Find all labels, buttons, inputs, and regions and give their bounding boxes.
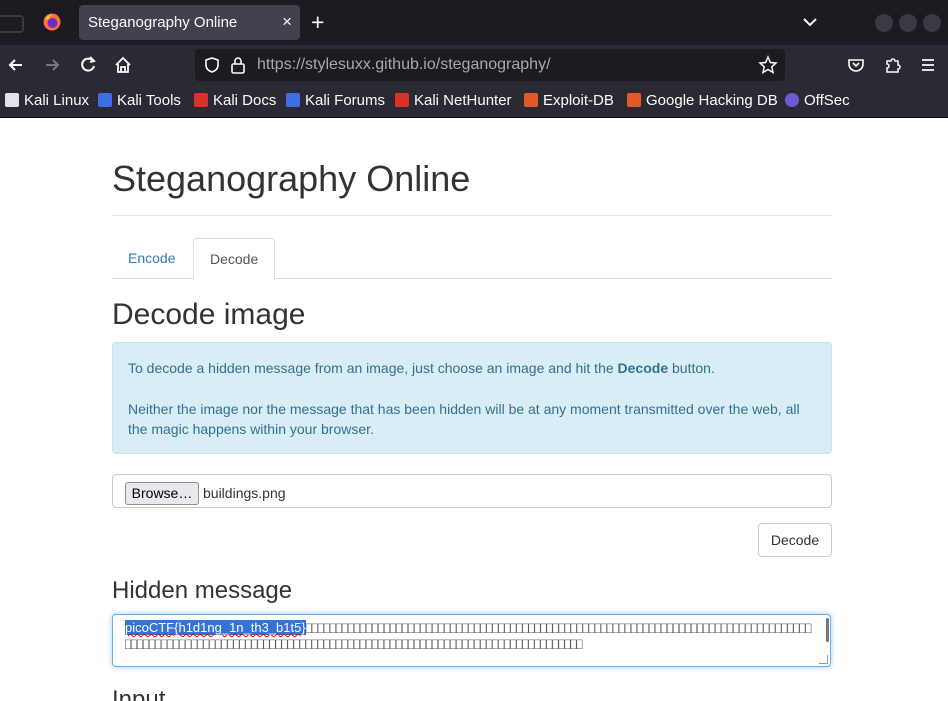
bookmark-google-hacking-db[interactable]: Google Hacking DB: [627, 92, 778, 110]
url-path: /steganography/: [435, 56, 551, 73]
tab-strip: Steganography Online × +: [0, 0, 948, 45]
exploit-db-icon: [524, 93, 538, 107]
info-bold-text: Decode: [617, 360, 669, 376]
kali-dragon-icon: [5, 93, 19, 107]
bookmark-label: Kali Docs: [213, 92, 277, 109]
info-text: To decode a hidden message from an image…: [128, 360, 618, 376]
file-input[interactable]: Browse… buildings.png: [112, 474, 832, 508]
bookmark-kali-linux[interactable]: Kali Linux: [5, 92, 89, 110]
bookmarks-toolbar: Kali Linux Kali Tools Kali Docs Kali For…: [0, 85, 948, 118]
bookmark-kali-docs[interactable]: Kali Docs: [194, 92, 276, 110]
bookmark-star-icon[interactable]: [758, 55, 778, 75]
page-content: Steganography Online Encode Decode Decod…: [0, 118, 948, 701]
browse-button[interactable]: Browse…: [125, 482, 199, 505]
tab-encode[interactable]: Encode: [113, 238, 191, 278]
minimize-button[interactable]: [875, 14, 893, 32]
kali-docs-icon: [194, 93, 208, 107]
tab-encode-label: Encode: [128, 250, 176, 266]
maximize-button[interactable]: [899, 14, 917, 32]
info-paragraph-1: To decode a hidden message from an image…: [128, 358, 818, 378]
input-section-title: Input: [112, 686, 166, 701]
kali-forums-icon: [286, 93, 300, 107]
hidden-message-textarea[interactable]: picoCTF{h1d1ng_1n_th3_b1t5}⎕⎕⎕⎕⎕⎕⎕⎕⎕⎕⎕⎕⎕…: [112, 614, 831, 667]
kali-nethunter-icon: [395, 93, 409, 107]
bookmark-label: Kali Tools: [117, 92, 181, 109]
selected-message-text: picoCTF{h1d1ng_1n_th3_b1t5}: [125, 620, 306, 635]
home-icon[interactable]: [113, 55, 133, 75]
info-alert: To decode a hidden message from an image…: [112, 342, 832, 454]
tab-title: Steganography Online: [88, 14, 238, 31]
tab-decode[interactable]: Decode: [193, 238, 275, 281]
kali-tools-icon: [98, 93, 112, 107]
sidebar-icon: [0, 15, 24, 33]
bookmark-kali-forums[interactable]: Kali Forums: [286, 92, 385, 110]
bookmark-label: Kali Forums: [305, 92, 386, 109]
sidebar-toggle-button[interactable]: [0, 0, 36, 45]
shield-icon[interactable]: [203, 56, 221, 74]
info-paragraph-2: Neither the image nor the message that h…: [128, 401, 800, 437]
bookmark-label: Kali Linux: [24, 92, 90, 109]
close-tab-icon[interactable]: ×: [282, 12, 292, 32]
address-bar[interactable]: https://stylesuxx.github.io/steganograph…: [195, 49, 785, 81]
selected-file-name: buildings.png: [203, 485, 286, 501]
bookmark-label: Google Hacking DB: [646, 92, 778, 109]
extensions-icon[interactable]: [883, 55, 903, 75]
page-title: Steganography Online: [112, 158, 471, 199]
hidden-message-content: picoCTF{h1d1ng_1n_th3_b1t5}⎕⎕⎕⎕⎕⎕⎕⎕⎕⎕⎕⎕⎕…: [125, 620, 813, 666]
menu-icon[interactable]: [918, 55, 938, 75]
chevron-down-icon[interactable]: [801, 13, 819, 31]
url-text[interactable]: https://stylesuxx.github.io/steganograph…: [257, 56, 551, 74]
reload-icon[interactable]: [78, 55, 98, 75]
bookmark-label: Kali NetHunter: [414, 92, 512, 109]
section-title: Decode image: [112, 298, 306, 331]
browser-tab[interactable]: Steganography Online ×: [79, 5, 300, 40]
textarea-scrollbar[interactable]: [826, 618, 829, 642]
ghdb-icon: [627, 93, 641, 107]
pocket-icon[interactable]: [846, 55, 866, 75]
close-window-button[interactable]: [923, 14, 941, 32]
forward-arrow-icon[interactable]: [42, 55, 62, 75]
back-arrow-icon[interactable]: [6, 55, 26, 75]
tab-decode-label: Decode: [210, 251, 259, 267]
bookmark-exploit-db[interactable]: Exploit-DB: [524, 92, 614, 110]
bookmark-label: Exploit-DB: [543, 92, 614, 109]
bookmark-offsec[interactable]: OffSec: [785, 92, 850, 110]
lock-icon[interactable]: [230, 56, 246, 74]
firefox-icon: [43, 13, 61, 31]
bookmark-label: OffSec: [804, 92, 850, 109]
new-tab-button[interactable]: +: [311, 10, 324, 34]
divider: [112, 215, 832, 216]
bookmark-kali-nethunter[interactable]: Kali NetHunter: [395, 92, 512, 110]
offsec-icon: [785, 93, 799, 107]
decode-button[interactable]: Decode: [758, 523, 832, 557]
resize-grip-icon[interactable]: [819, 655, 828, 664]
info-text-end: button.: [668, 360, 715, 376]
bookmark-kali-tools[interactable]: Kali Tools: [98, 92, 181, 110]
hidden-message-title: Hidden message: [112, 577, 293, 604]
url-host: https://stylesuxx.github.io: [257, 56, 436, 73]
navigation-toolbar: https://stylesuxx.github.io/steganograph…: [0, 45, 948, 85]
